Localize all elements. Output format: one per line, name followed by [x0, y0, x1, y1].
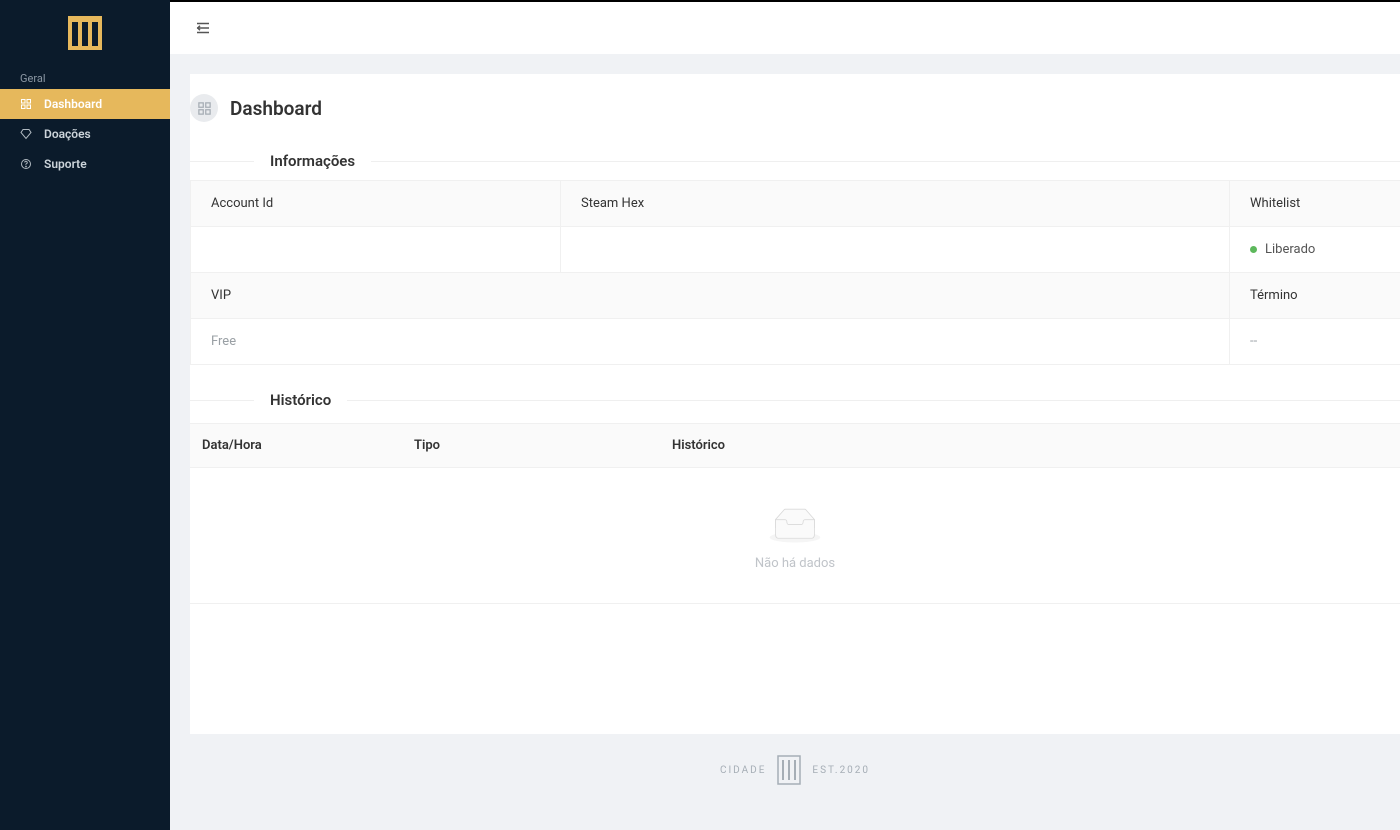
- main: Dashboard Informações Account Id Steam H…: [170, 0, 1400, 830]
- footer-brand-left: CIDADE: [720, 765, 766, 776]
- sidebar-item-doacoes[interactable]: Doações: [0, 119, 170, 149]
- empty-text: Não há dados: [755, 556, 835, 571]
- historico-col-datahora: Data/Hora: [190, 424, 402, 467]
- section-title-label: Informações: [270, 152, 355, 170]
- info-value-whitelist: Liberado: [1230, 227, 1400, 273]
- dashboard-icon: [20, 98, 32, 110]
- info-value-termino: --: [1230, 319, 1400, 365]
- info-header-row-1: Account Id Steam Hex Whitelist: [191, 181, 1400, 227]
- footer-logo-icon: [776, 754, 802, 786]
- section-title-historico: Histórico: [190, 379, 1400, 419]
- info-value-row-1: Liberado: [191, 227, 1400, 273]
- footer-brand: CIDADE EST.2020: [720, 754, 870, 786]
- sidebar-item-label: Suporte: [44, 157, 87, 171]
- empty-inbox-icon: [768, 506, 822, 546]
- historico-empty-state: Não há dados: [190, 468, 1400, 604]
- info-label-vip: VIP: [191, 273, 1230, 319]
- historico-col-historico: Histórico: [660, 424, 1400, 467]
- info-label-account-id: Account Id: [191, 181, 561, 227]
- info-header-row-2: VIP Término: [191, 273, 1400, 319]
- footer-brand-right: EST.2020: [812, 765, 870, 776]
- sidebar-item-dashboard[interactable]: Dashboard: [0, 89, 170, 119]
- diamond-icon: [20, 128, 32, 140]
- info-value-vip: Free: [191, 319, 1230, 365]
- page-title-row: Dashboard: [190, 94, 1400, 140]
- grid-icon: [197, 101, 212, 116]
- sidebar-item-suporte[interactable]: Suporte: [0, 149, 170, 179]
- info-label-termino: Término: [1230, 273, 1400, 319]
- historico-table: Data/Hora Tipo Histórico: [190, 423, 1400, 604]
- brand-logo-icon: [64, 12, 106, 54]
- status-dot-icon: [1250, 246, 1257, 253]
- sidebar-item-label: Doações: [44, 127, 91, 141]
- page-title-icon-wrap: [190, 94, 218, 122]
- menu-toggle-button[interactable]: [194, 19, 212, 37]
- info-table: Account Id Steam Hex Whitelist Liberado …: [190, 180, 1400, 365]
- historico-header-row: Data/Hora Tipo Histórico: [190, 424, 1400, 468]
- card: Dashboard Informações Account Id Steam H…: [190, 74, 1400, 734]
- sidebar-item-label: Dashboard: [44, 97, 102, 111]
- whitelist-status-text: Liberado: [1265, 242, 1315, 257]
- topbar: [170, 0, 1400, 54]
- info-value-account-id: [191, 227, 561, 273]
- section-title-informacoes: Informações: [190, 140, 1400, 180]
- section-title-label: Histórico: [270, 391, 331, 409]
- info-label-steam-hex: Steam Hex: [561, 181, 1230, 227]
- historico-col-tipo: Tipo: [402, 424, 660, 467]
- content: Dashboard Informações Account Id Steam H…: [170, 54, 1400, 830]
- info-label-whitelist: Whitelist: [1230, 181, 1400, 227]
- info-value-steam-hex: [561, 227, 1230, 273]
- footer: CIDADE EST.2020: [190, 734, 1400, 804]
- page-title: Dashboard: [230, 97, 322, 120]
- footer-brand-mark: [776, 754, 802, 786]
- logo-wrap: [0, 0, 170, 66]
- question-icon: [20, 158, 32, 170]
- menu-fold-icon: [194, 19, 212, 37]
- sidebar-section-label: Geral: [0, 66, 170, 89]
- brand-logo: [64, 12, 106, 54]
- info-value-row-2: Free --: [191, 319, 1400, 365]
- sidebar: Geral Dashboard Doações Suporte: [0, 0, 170, 830]
